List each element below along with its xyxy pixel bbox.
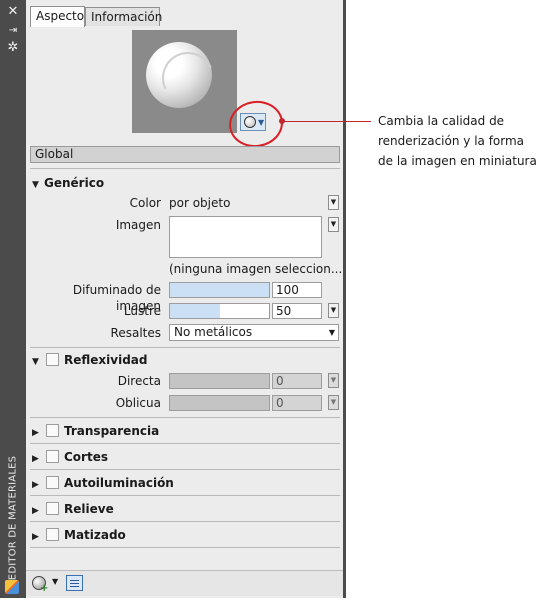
fade-input[interactable]: 100 — [272, 282, 322, 298]
transparencia-checkbox[interactable] — [46, 424, 59, 437]
section-matizado[interactable]: ▶ Matizado — [32, 527, 126, 543]
material-browser-button[interactable] — [66, 575, 83, 591]
oblique-label: Oblicua — [115, 396, 161, 410]
callout-line-2: renderización y la forma — [378, 134, 525, 148]
collapsed-triangle-icon: ▶ — [32, 428, 39, 438]
material-editor-panel: Aspecto Información ▼ Global ▼ Genérico C… — [26, 0, 346, 598]
highlights-select[interactable]: No metálicos ▼ — [169, 324, 339, 341]
close-icon[interactable]: ✕ — [0, 5, 26, 19]
divider — [30, 547, 340, 548]
gloss-slider[interactable] — [169, 303, 270, 319]
autoiluminacion-checkbox[interactable] — [46, 476, 59, 489]
gloss-slider-fill — [170, 304, 220, 318]
bottom-toolbar: + ▼ — [26, 570, 343, 596]
tab-informacion[interactable]: Información — [85, 7, 162, 26]
section-relieve[interactable]: ▶ Relieve — [32, 501, 114, 517]
callout-line-1: Cambia la calidad de — [378, 114, 505, 128]
section-title: Matizado — [64, 528, 126, 542]
color-dropdown-button[interactable]: ▼ — [328, 195, 339, 210]
section-title: Autoiluminación — [64, 476, 174, 490]
reflexividad-checkbox[interactable] — [46, 353, 59, 366]
expanded-triangle-icon: ▼ — [32, 180, 39, 190]
divider — [30, 443, 340, 444]
gloss-dropdown-button[interactable]: ▼ — [328, 303, 339, 318]
section-title: Transparencia — [64, 424, 160, 438]
collapsed-triangle-icon: ▶ — [32, 454, 39, 464]
divider — [30, 521, 340, 522]
section-title: Relieve — [64, 502, 114, 516]
section-title: Cortes — [64, 450, 108, 464]
oblique-slider[interactable] — [169, 395, 270, 411]
fade-slider[interactable] — [169, 282, 270, 298]
color-value: por objeto — [169, 196, 231, 210]
section-transparencia[interactable]: ▶ Transparencia — [32, 423, 159, 439]
divider — [30, 168, 340, 169]
settings-icon[interactable]: ✲ — [0, 41, 26, 55]
image-dropdown-button[interactable]: ▼ — [328, 217, 339, 232]
plus-icon: + — [40, 583, 49, 594]
color-label: Color — [129, 196, 161, 210]
list-icon-line — [70, 583, 79, 584]
gloss-label: Lustre — [123, 304, 161, 318]
tab-aspecto[interactable]: Aspecto — [30, 6, 85, 27]
highlights-label: Resaltes — [110, 326, 161, 340]
expanded-triangle-icon: ▼ — [32, 357, 39, 367]
chevron-down-icon[interactable]: ▼ — [52, 577, 58, 586]
divider — [30, 417, 340, 418]
divider — [30, 495, 340, 496]
oblique-input[interactable]: 0 — [272, 395, 322, 411]
list-icon — [70, 580, 79, 581]
collapsed-triangle-icon: ▶ — [32, 506, 39, 516]
section-autoiluminacion[interactable]: ▶ Autoiluminación — [32, 475, 174, 491]
section-generico[interactable]: ▼ Genérico — [32, 175, 104, 191]
direct-input[interactable]: 0 — [272, 373, 322, 389]
relieve-checkbox[interactable] — [46, 502, 59, 515]
material-name-field[interactable]: Global — [30, 146, 340, 163]
callout-line-3: de la imagen en miniatura — [378, 154, 537, 168]
image-label: Imagen — [115, 218, 161, 232]
cortes-checkbox[interactable] — [46, 450, 59, 463]
app-logo-icon — [5, 580, 19, 594]
callout-line — [283, 121, 371, 122]
collapsed-triangle-icon: ▶ — [32, 532, 39, 542]
palette-title-bar: ✕ ⇥ ✲ EDITOR DE MATERIALES — [0, 0, 26, 598]
image-slot[interactable] — [169, 216, 322, 258]
pin-icon[interactable]: ⇥ — [0, 24, 26, 38]
divider — [30, 469, 340, 470]
collapsed-triangle-icon: ▶ — [32, 480, 39, 490]
list-icon-line — [70, 586, 79, 587]
chevron-down-icon: ▼ — [328, 328, 335, 337]
palette-title: EDITOR DE MATERIALES — [7, 455, 19, 581]
direct-slider[interactable] — [169, 373, 270, 389]
material-preview — [132, 30, 237, 133]
section-reflexividad[interactable]: ▼ Reflexividad — [32, 352, 147, 368]
image-note: (ninguna imagen seleccion... — [169, 262, 343, 276]
section-title: Genérico — [44, 176, 105, 190]
section-title: Reflexividad — [64, 353, 148, 367]
oblique-dropdown-button[interactable]: ▼ — [328, 395, 339, 410]
gloss-input[interactable]: 50 — [272, 303, 322, 319]
matizado-checkbox[interactable] — [46, 528, 59, 541]
section-cortes[interactable]: ▶ Cortes — [32, 449, 108, 465]
highlights-value: No metálicos — [174, 325, 253, 339]
divider — [30, 347, 340, 348]
fade-slider-fill — [170, 283, 269, 297]
direct-label: Directa — [117, 374, 161, 388]
callout-text: Cambia la calidad de renderización y la … — [378, 111, 541, 171]
direct-dropdown-button[interactable]: ▼ — [328, 373, 339, 388]
